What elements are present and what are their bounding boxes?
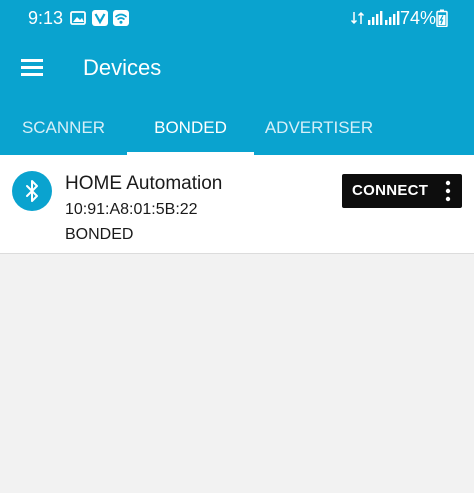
signal-icon [385, 11, 400, 25]
data-arrows-icon [350, 11, 365, 25]
connect-button[interactable]: CONNECT [342, 174, 462, 208]
hamburger-menu-icon [21, 59, 43, 76]
connect-button-label: CONNECT [352, 182, 429, 199]
status-bar: 9:13 74% [0, 0, 474, 36]
battery-icon [436, 9, 448, 27]
gallery-icon [70, 11, 86, 25]
device-name: HOME Automation [65, 173, 223, 194]
vpn-icon [92, 10, 108, 26]
app-bar: Devices [0, 36, 474, 100]
signal-icon [368, 11, 383, 25]
bluetooth-icon [26, 180, 38, 202]
tab-bonded[interactable]: BONDED [127, 100, 254, 155]
device-bond-state: BONDED [65, 226, 134, 243]
tab-bar: SCANNER BONDED ADVERTISER [0, 100, 474, 155]
menu-button[interactable] [16, 50, 52, 86]
device-avatar [12, 171, 52, 211]
battery-percent: 74% [400, 8, 437, 28]
wifi-icon [113, 10, 129, 26]
tab-advertiser[interactable]: ADVERTISER [254, 100, 384, 155]
device-list-item[interactable]: HOME Automation 10:91:A8:01:5B:22 BONDED… [0, 155, 474, 254]
page-title: Devices [83, 55, 162, 80]
status-time: 9:13 [28, 8, 64, 28]
device-address: 10:91:A8:01:5B:22 [65, 201, 198, 218]
more-vertical-icon[interactable] [442, 178, 454, 204]
tab-scanner[interactable]: SCANNER [0, 100, 127, 155]
